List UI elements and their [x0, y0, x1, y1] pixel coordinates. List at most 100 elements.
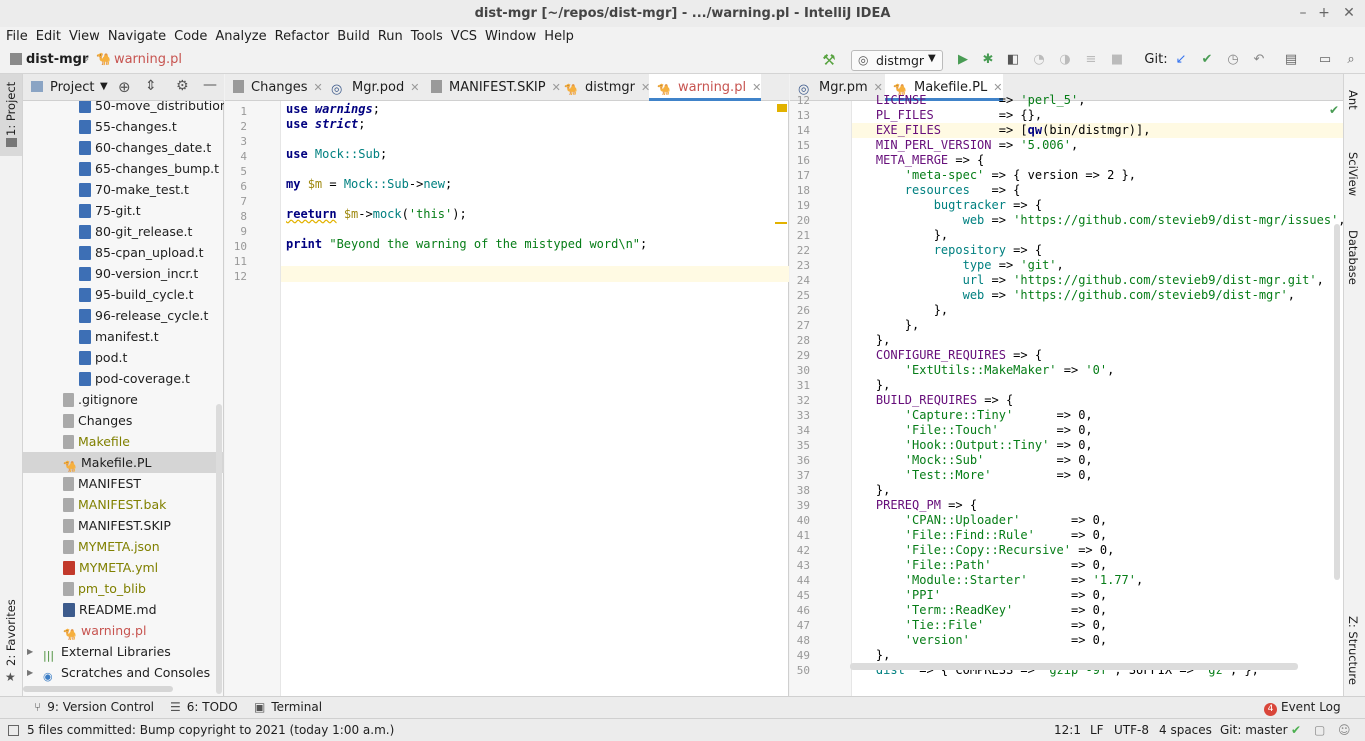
build-hammer-icon[interactable]: ⚒	[820, 51, 838, 69]
tree-item[interactable]: .gitignore	[23, 389, 224, 410]
menu-help[interactable]: Help	[540, 28, 578, 46]
favorites-tool-tab[interactable]: 2: Favorites ★	[0, 599, 22, 696]
editor-tab[interactable]: ◎ Mgr.pod ✕	[323, 74, 423, 101]
collapse-all-icon[interactable]: ⇕	[145, 78, 157, 94]
caret-position[interactable]: 12:1	[1054, 723, 1081, 737]
rerun-icon[interactable]: ≡	[1082, 51, 1100, 69]
tree-item[interactable]: pod-coverage.t	[23, 368, 224, 389]
gear-icon[interactable]: ⚙	[176, 78, 189, 94]
project-view-selector[interactable]: Project	[50, 80, 94, 95]
tree-item[interactable]: pm_to_blib	[23, 578, 224, 599]
menu-tools[interactable]: Tools	[407, 28, 447, 46]
tree-item[interactable]: 65-changes_bump.t	[23, 158, 224, 179]
close-tab-icon[interactable]: ✕	[752, 81, 761, 94]
tree-item[interactable]: 🐪 warning.pl	[23, 620, 224, 641]
editor-tab[interactable]: 🐪 distmgr ✕	[556, 74, 650, 101]
memory-icon[interactable]: ☺	[1338, 723, 1351, 737]
tree-item[interactable]: 85-cpan_upload.t	[23, 242, 224, 263]
version-control-tab[interactable]: ⑂ 9: Version Control	[34, 700, 154, 714]
menu-analyze[interactable]: Analyze	[211, 28, 270, 46]
editor-tab[interactable]: Changes ✕	[225, 74, 323, 101]
history-icon[interactable]: ◷	[1224, 51, 1242, 69]
close-icon[interactable]: ✕	[1336, 0, 1362, 27]
tree-item[interactable]: pod.t	[23, 347, 224, 368]
search-icon[interactable]: ⌕	[1342, 51, 1360, 69]
tree-item[interactable]: 🐪 Makefile.PL	[23, 452, 224, 473]
project-tool-tab[interactable]: 1: Project	[0, 74, 22, 156]
horizontal-scrollbar[interactable]	[850, 663, 1298, 670]
status-message[interactable]: 5 files committed: Bump copyright to 202…	[27, 723, 394, 737]
menu-run[interactable]: Run	[374, 28, 407, 46]
warning-marker[interactable]	[777, 104, 787, 112]
tree-item[interactable]: 75-git.t	[23, 200, 224, 221]
warning-stripe[interactable]	[775, 222, 787, 224]
stop-icon[interactable]: ■	[1108, 51, 1126, 69]
rollback-icon[interactable]: ↶	[1250, 51, 1268, 69]
menu-edit[interactable]: Edit	[32, 28, 65, 46]
lock-icon[interactable]: ▢	[1314, 723, 1325, 737]
attach-icon[interactable]: ◑	[1056, 51, 1074, 69]
tree-item[interactable]: MANIFEST.SKIP	[23, 515, 224, 536]
close-tab-icon[interactable]: ✕	[314, 81, 323, 94]
locate-icon[interactable]: ⊕	[118, 78, 131, 96]
tree-item[interactable]: manifest.t	[23, 326, 224, 347]
inspection-icon[interactable]: ✔	[1291, 723, 1301, 737]
chevron-down-icon[interactable]: ▼	[100, 81, 108, 92]
debug-icon[interactable]: ✱	[979, 51, 997, 69]
file-encoding[interactable]: UTF-8	[1114, 723, 1149, 737]
tree-item[interactable]: 55-changes.t	[23, 116, 224, 137]
tree-item[interactable]: Changes	[23, 410, 224, 431]
tree-item[interactable]: README.md	[23, 599, 224, 620]
terminal-tab[interactable]: ▣ Terminal	[254, 700, 322, 714]
menu-file[interactable]: File	[2, 28, 32, 46]
profile-icon[interactable]: ◔	[1030, 51, 1048, 69]
git-branch[interactable]: Git: master	[1220, 723, 1288, 737]
structure-tool-tab[interactable]: Z: Structure	[1344, 604, 1365, 690]
indent-setting[interactable]: 4 spaces	[1159, 723, 1212, 737]
menu-navigate[interactable]: Navigate	[104, 28, 170, 46]
vertical-scrollbar[interactable]	[216, 404, 222, 694]
tool-windows-icon[interactable]	[8, 725, 19, 736]
tree-item[interactable]: ▶ ◉ Scratches and Consoles	[23, 662, 224, 683]
tree-item[interactable]: 60-changes_date.t	[23, 137, 224, 158]
editor-tab[interactable]: MANIFEST.SKIP ✕	[423, 74, 561, 101]
close-tab-icon[interactable]: ✕	[410, 81, 419, 94]
event-log-tab[interactable]: 4 Event Log	[1264, 700, 1341, 716]
tree-item[interactable]: MYMETA.json	[23, 536, 224, 557]
todo-tab[interactable]: ☰ 6: TODO	[170, 700, 238, 714]
editor-tab[interactable]: 🐪 warning.pl ✕	[649, 74, 761, 101]
vertical-scrollbar[interactable]	[1334, 224, 1340, 580]
sciview-tool-tab[interactable]: SciView	[1344, 134, 1365, 204]
tree-item[interactable]: ▶ ||| External Libraries	[23, 641, 224, 662]
tree-item[interactable]: MANIFEST	[23, 473, 224, 494]
coverage-icon[interactable]: ◧	[1004, 51, 1022, 69]
horizontal-scrollbar[interactable]	[23, 686, 173, 692]
tree-item[interactable]: 90-version_incr.t	[23, 263, 224, 284]
update-project-icon[interactable]: ↙	[1172, 51, 1190, 69]
chevron-right-icon[interactable]: ▶	[27, 641, 33, 662]
menu-window[interactable]: Window	[481, 28, 540, 46]
tree-item[interactable]: 50-move_distribution_f	[23, 101, 224, 116]
menu-code[interactable]: Code	[170, 28, 211, 46]
menu-refactor[interactable]: Refactor	[271, 28, 334, 46]
tree-item[interactable]: 80-git_release.t	[23, 221, 224, 242]
run-icon[interactable]: ▶	[954, 51, 972, 69]
tree-item[interactable]: 70-make_test.t	[23, 179, 224, 200]
toggle-presentation-icon[interactable]: ▭	[1316, 51, 1334, 69]
menu-view[interactable]: View	[65, 28, 104, 46]
menu-vcs[interactable]: VCS	[447, 28, 481, 46]
tree-item[interactable]: Makefile	[23, 431, 224, 452]
breadcrumb-file[interactable]: 🐪 warning.pl	[96, 52, 182, 67]
commit-icon[interactable]: ✔	[1198, 51, 1216, 69]
hide-icon[interactable]: —	[203, 77, 217, 93]
tree-item[interactable]: MANIFEST.bak	[23, 494, 224, 515]
ant-tool-tab[interactable]: Ant	[1344, 78, 1365, 128]
breadcrumb-project[interactable]: dist-mgr	[10, 52, 88, 67]
database-tool-tab[interactable]: Database	[1344, 212, 1365, 285]
run-config-dropdown[interactable]: ◎ distmgr ▼	[851, 50, 943, 71]
tree-item[interactable]: 95-build_cycle.t	[23, 284, 224, 305]
tree-item[interactable]: MYMETA.yml	[23, 557, 224, 578]
chevron-right-icon[interactable]: ▶	[27, 662, 33, 683]
line-separator[interactable]: LF	[1090, 723, 1104, 737]
tree-item[interactable]: 96-release_cycle.t	[23, 305, 224, 326]
